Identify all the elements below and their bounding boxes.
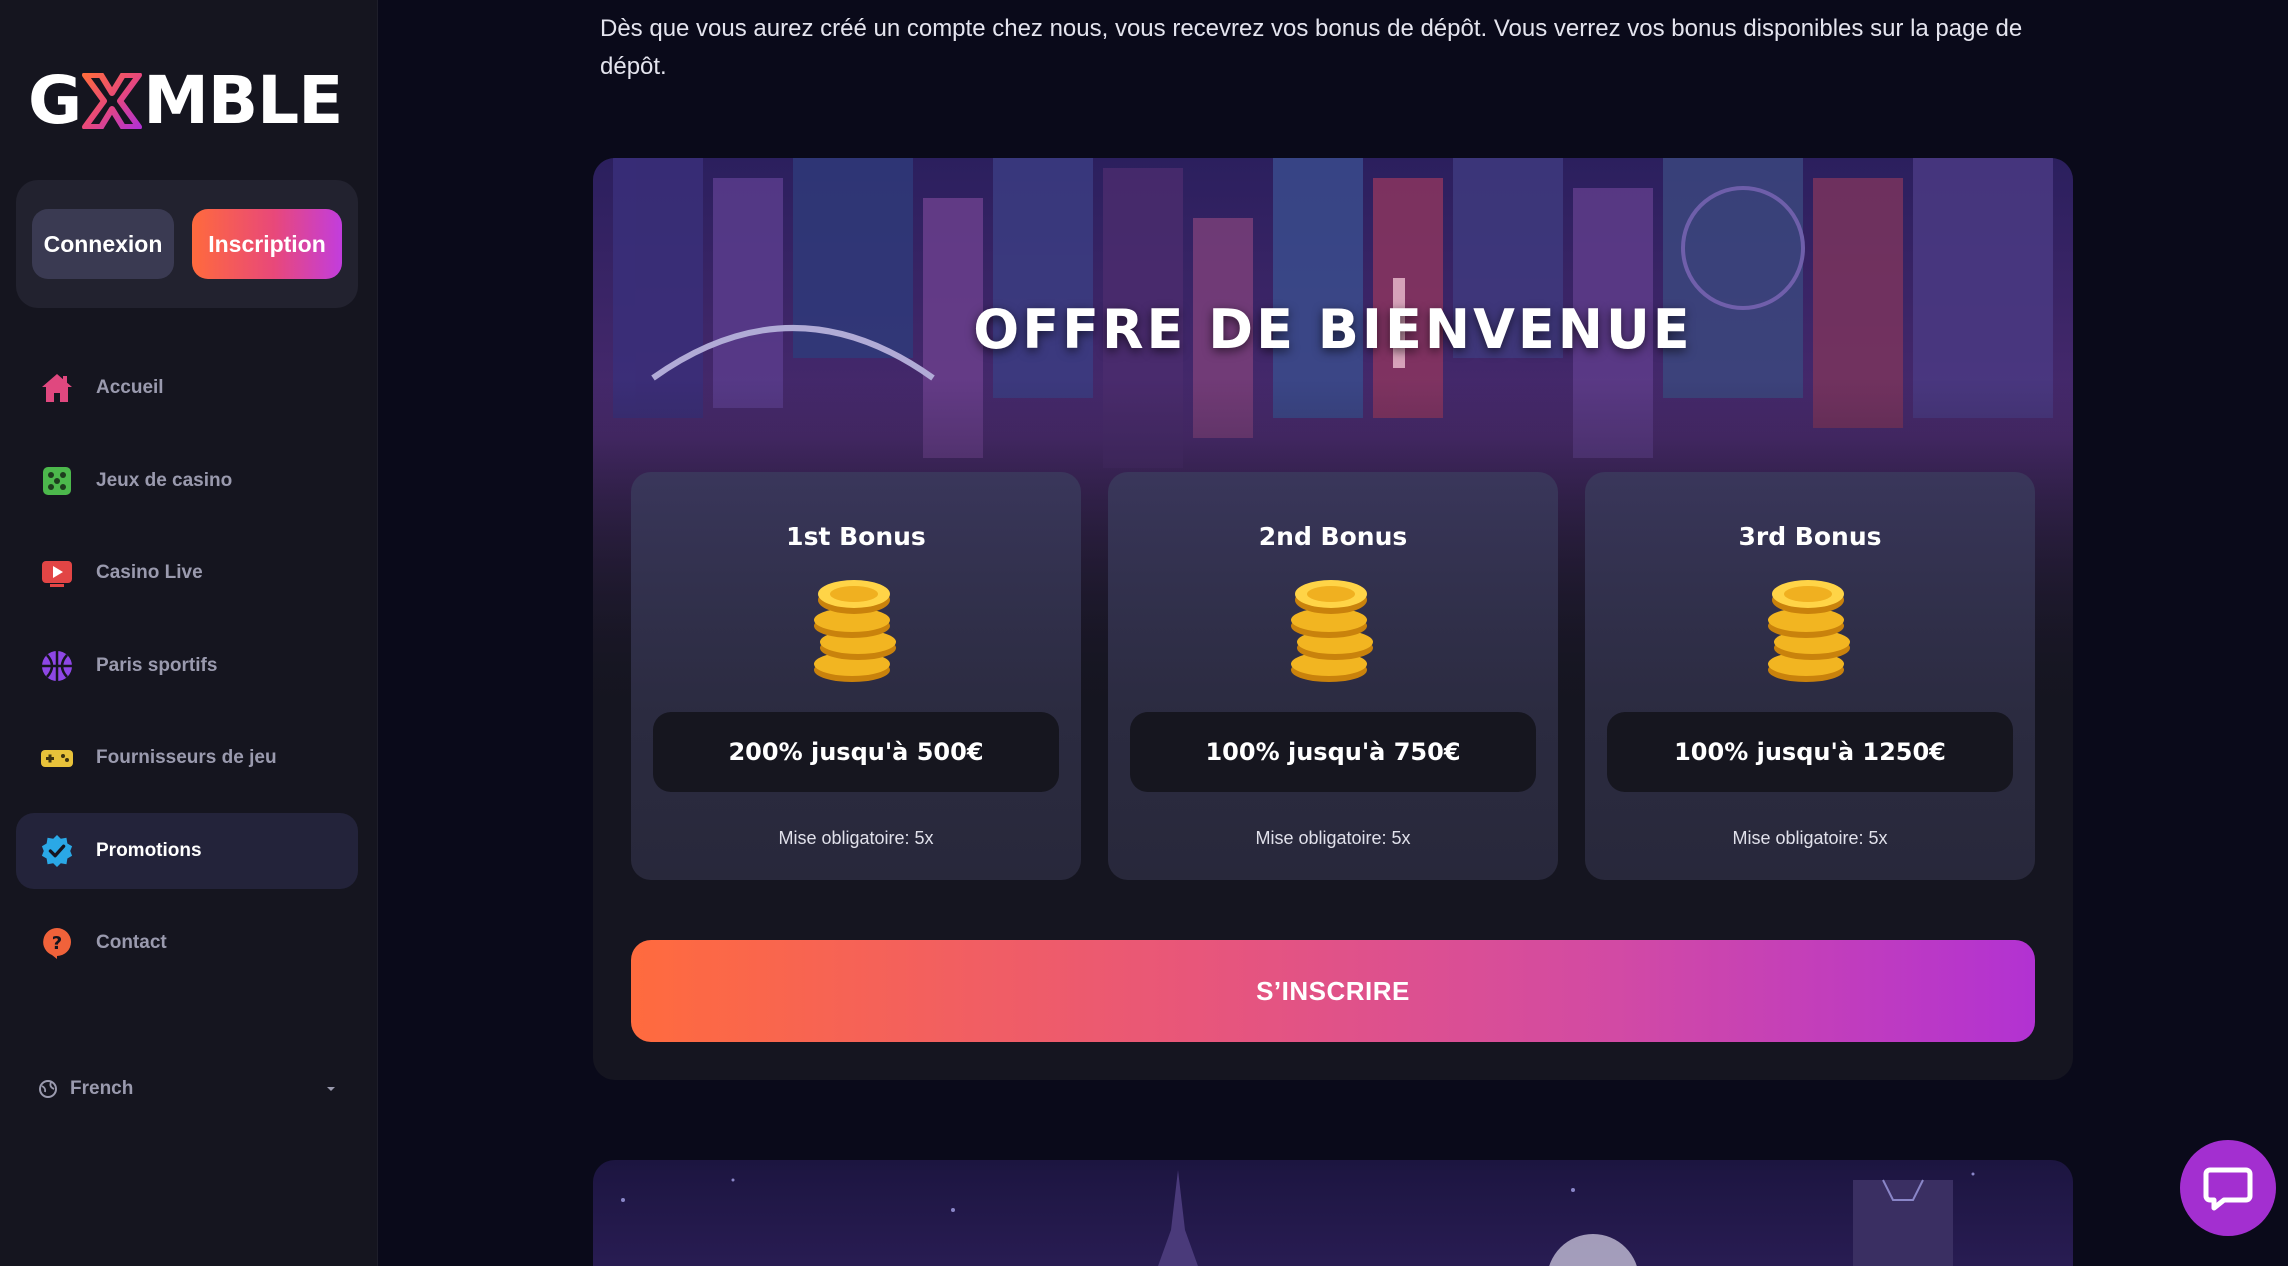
sidebar-item-label: Jeux de casino xyxy=(96,469,233,491)
globe-icon xyxy=(39,1080,57,1098)
gold-coins-icon xyxy=(1291,580,1373,682)
gold-coins-icon xyxy=(1768,580,1850,682)
sidebar-nav: Accueil Jeux de casino Casino Live Paris… xyxy=(16,350,358,998)
bonus-amount: 100% jusqu'à 1250€ xyxy=(1607,712,2013,792)
sidebar-item-label: Fournisseurs de jeu xyxy=(96,747,277,768)
signup-button[interactable]: Inscription xyxy=(192,209,342,279)
page: G MBLE Connexion Inscription Accueil Jeu… xyxy=(0,0,2288,1266)
svg-text:?: ? xyxy=(52,933,62,954)
help-icon: ? xyxy=(40,926,74,960)
bonus-wager: Mise obligatoire: 5x xyxy=(1732,828,1888,848)
welcome-offer-panel: OFFRE DE BIENVENUE 1st Bonus 200% jusqu'… xyxy=(593,158,2073,1080)
chevron-down-icon xyxy=(327,1087,335,1091)
register-button[interactable]: S’INSCRIRE xyxy=(631,940,2035,1042)
bonus-amount: 100% jusqu'à 750€ xyxy=(1130,712,1536,792)
language-selector[interactable]: French xyxy=(38,1074,338,1104)
gold-coins-icon xyxy=(814,580,896,682)
gamepad-icon xyxy=(40,741,74,775)
sidebar-item-label: Accueil xyxy=(96,377,164,398)
chat-button[interactable] xyxy=(2180,1140,2276,1236)
bonus-card-2: 2nd Bonus 100% jusqu'à 750€ Mise obligat… xyxy=(1108,472,1558,880)
sidebar-item-label: Paris sportifs xyxy=(96,654,218,676)
chat-bubble-icon xyxy=(2203,1167,2253,1211)
dice-icon xyxy=(40,464,74,498)
sidebar-item-contact[interactable]: ? Contact xyxy=(16,905,358,981)
logo-x-mark xyxy=(82,73,143,129)
bonus-wager: Mise obligatoire: 5x xyxy=(1255,828,1411,848)
next-promo-banner xyxy=(593,1160,2073,1266)
bonus-card-3: 3rd Bonus 100% jusqu'à 1250€ Mise obliga… xyxy=(1585,472,2035,880)
sidebar-item-promotions[interactable]: Promotions xyxy=(16,812,358,889)
brand-logo[interactable]: G MBLE xyxy=(28,62,343,139)
bonus-card-title: 2nd Bonus xyxy=(1258,522,1408,551)
sidebar-item-casino-live[interactable]: Casino Live xyxy=(16,535,358,611)
bonus-wager: Mise obligatoire: 5x xyxy=(778,828,934,848)
bonus-card-title: 1st Bonus xyxy=(786,522,926,551)
logo-text-right: MBLE xyxy=(143,62,343,139)
login-button[interactable]: Connexion xyxy=(32,209,174,279)
night-skyline-illustration xyxy=(621,1170,1975,1266)
language-label: French xyxy=(70,1078,134,1099)
sidebar-item-accueil[interactable]: Accueil xyxy=(16,350,358,426)
sidebar-item-label: Contact xyxy=(96,932,167,953)
sidebar-item-jeux-de-casino[interactable]: Jeux de casino xyxy=(16,443,358,519)
live-play-icon xyxy=(40,556,74,590)
basketball-icon xyxy=(40,649,74,683)
bonus-amount: 200% jusqu'à 500€ xyxy=(653,712,1059,792)
sidebar-item-label: Casino Live xyxy=(96,562,203,583)
auth-box: Connexion Inscription xyxy=(16,180,358,308)
sidebar-item-fournisseurs-de-jeu[interactable]: Fournisseurs de jeu xyxy=(16,720,358,796)
bonus-card-title: 3rd Bonus xyxy=(1738,522,1882,551)
sidebar: G MBLE Connexion Inscription Accueil Jeu… xyxy=(0,0,378,1266)
bonus-card-1: 1st Bonus 200% jusqu'à 500€ Mise obligat… xyxy=(631,472,1081,880)
welcome-title: OFFRE DE BIENVENUE xyxy=(973,298,1693,361)
sidebar-item-paris-sportifs[interactable]: Paris sportifs xyxy=(16,628,358,704)
home-icon xyxy=(40,371,74,405)
logo-text-left: G xyxy=(28,62,82,139)
sidebar-item-label: Promotions xyxy=(96,839,202,861)
intro-text: Dès que vous aurez créé un compte chez n… xyxy=(600,15,2023,80)
badge-check-icon xyxy=(40,834,74,868)
